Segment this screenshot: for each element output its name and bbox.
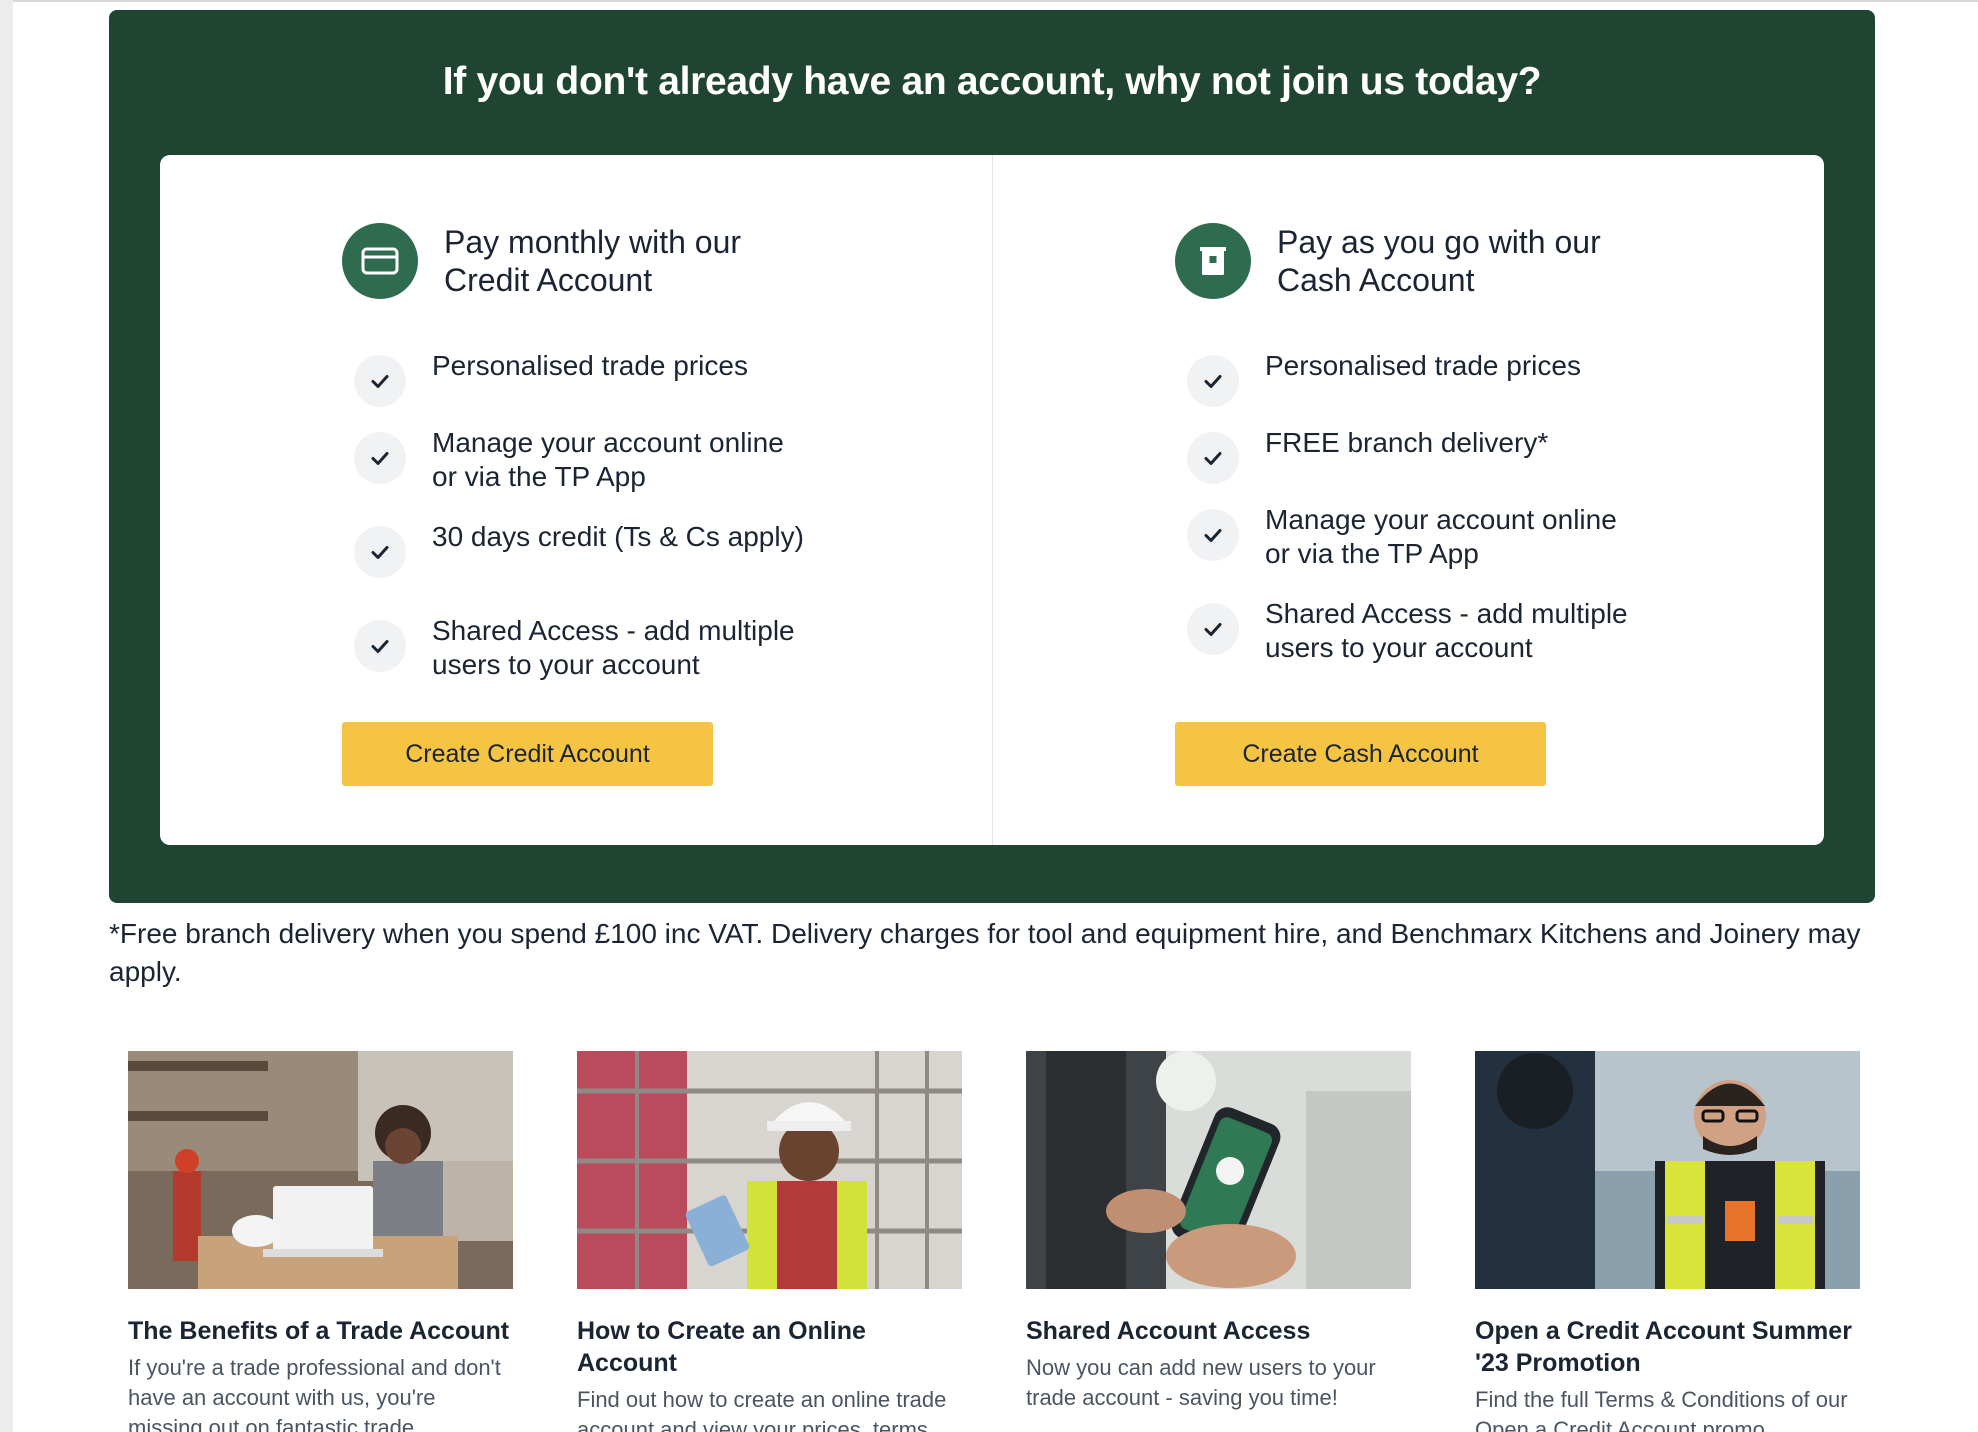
cash-feature-label: Manage your account online or via the TP… bbox=[1265, 504, 1617, 569]
credit-account-header: Pay monthly with our Credit Account bbox=[342, 223, 824, 299]
credit-feature-item: Manage your account online or via the TP… bbox=[342, 427, 812, 494]
cash-account-header: Pay as you go with our Cash Account bbox=[1175, 223, 1657, 299]
join-title: If you don't already have an account, wh… bbox=[442, 60, 1542, 103]
cash-feature-item: Shared Access - add multiple users to yo… bbox=[1175, 598, 1645, 665]
credit-feature-item: Shared Access - add multiple users to yo… bbox=[342, 615, 812, 682]
credit-feature-item: Personalised trade prices bbox=[342, 350, 812, 407]
article-title[interactable]: Open a Credit Account Summer '23 Promoti… bbox=[1475, 1315, 1860, 1379]
check-icon bbox=[354, 526, 406, 578]
cash-feature-label: Personalised trade prices bbox=[1265, 350, 1581, 381]
credit-feature-label: Personalised trade prices bbox=[432, 350, 748, 381]
article-card[interactable]: Open a Credit Account Summer '23 Promoti… bbox=[1475, 1051, 1860, 1432]
top-rule bbox=[13, 0, 1978, 2]
article-description: Find the full Terms & Conditions of our … bbox=[1475, 1387, 1848, 1432]
account-options-card: Pay monthly with our Credit Account Pers… bbox=[160, 155, 1824, 845]
credit-feature-label: Manage your account online or via the TP… bbox=[432, 427, 784, 492]
cash-feature-label: FREE branch delivery* bbox=[1265, 427, 1549, 458]
delivery-footnote: *Free branch delivery when you spend £10… bbox=[109, 918, 1861, 987]
cash-feature-item: Manage your account online or via the TP… bbox=[1175, 504, 1645, 571]
article-title[interactable]: How to Create an Online Account bbox=[577, 1315, 962, 1379]
check-icon bbox=[1187, 603, 1239, 655]
credit-feature-label: Shared Access - add multiple users to yo… bbox=[432, 615, 795, 680]
article-title[interactable]: The Benefits of a Trade Account bbox=[128, 1315, 513, 1347]
summer-promo-photo[interactable] bbox=[1475, 1051, 1860, 1289]
join-panel: If you don't already have an account, wh… bbox=[109, 10, 1875, 903]
cash-feature-item: FREE branch delivery* bbox=[1175, 427, 1645, 484]
credit-account-heading: Pay monthly with our Credit Account bbox=[444, 224, 742, 298]
credit-feature-label: 30 days credit (Ts & Cs apply) bbox=[432, 521, 804, 552]
cash-account-heading: Pay as you go with our Cash Account bbox=[1277, 224, 1601, 298]
credit-account-column: Pay monthly with our Credit Account Pers… bbox=[160, 155, 992, 845]
create-credit-account-button[interactable]: Create Credit Account bbox=[342, 722, 713, 786]
article-description: Now you can add new users to your trade … bbox=[1026, 1355, 1376, 1410]
check-icon bbox=[354, 355, 406, 407]
article-card[interactable]: How to Create an Online Account Find out… bbox=[577, 1051, 962, 1432]
article-card[interactable]: Shared Account Access Now you can add ne… bbox=[1026, 1051, 1411, 1413]
trade-account-photo[interactable] bbox=[128, 1051, 513, 1289]
article-card[interactable]: The Benefits of a Trade Account If you'r… bbox=[128, 1051, 513, 1432]
page-gutter bbox=[0, 0, 13, 1432]
check-icon bbox=[1187, 509, 1239, 561]
shared-access-photo[interactable] bbox=[1026, 1051, 1411, 1289]
create-cash-account-button[interactable]: Create Cash Account bbox=[1175, 722, 1546, 786]
credit-feature-item: 30 days credit (Ts & Cs apply) bbox=[342, 521, 812, 578]
article-title[interactable]: Shared Account Access bbox=[1026, 1315, 1411, 1347]
articles-row: The Benefits of a Trade Account If you'r… bbox=[128, 1051, 1860, 1432]
cash-feature-label: Shared Access - add multiple users to yo… bbox=[1265, 598, 1628, 663]
credit-card-icon bbox=[342, 223, 418, 299]
article-description: Find out how to create an online trade a… bbox=[577, 1387, 947, 1432]
check-icon bbox=[354, 620, 406, 672]
check-icon bbox=[1187, 355, 1239, 407]
cash-account-column: Pay as you go with our Cash Account Pers… bbox=[993, 155, 1825, 845]
check-icon bbox=[1187, 432, 1239, 484]
cash-feature-item: Personalised trade prices bbox=[1175, 350, 1645, 407]
article-description: If you're a trade professional and don't… bbox=[128, 1355, 501, 1432]
check-icon bbox=[354, 432, 406, 484]
online-account-photo[interactable] bbox=[577, 1051, 962, 1289]
cash-register-icon bbox=[1175, 223, 1251, 299]
